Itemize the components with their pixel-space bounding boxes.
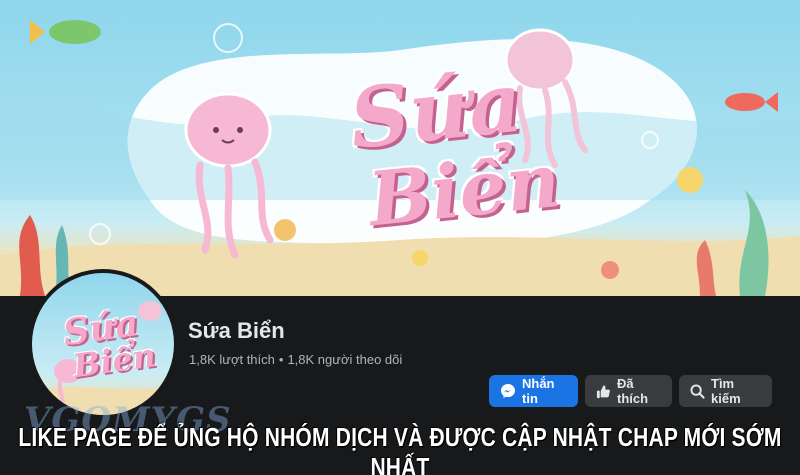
profile-avatar[interactable]: Sứa Biển [28, 269, 178, 419]
promo-caption: LIKE PAGE ĐỂ ỦNG HỘ NHÓM DỊCH VÀ ĐƯỢC CẬ… [18, 423, 782, 475]
page-title: Sứa Biển [188, 318, 285, 343]
messenger-icon [501, 384, 515, 398]
followers-count[interactable]: 1,8K người theo dõi [287, 352, 402, 367]
page-stats: 1,8K lượt thích • 1,8K người theo dõi [189, 352, 402, 367]
search-icon [690, 383, 705, 399]
search-button[interactable]: Tìm kiếm [679, 375, 772, 407]
avatar-title-line2: Biển [70, 335, 159, 386]
thumbs-up-icon [596, 384, 610, 398]
cover-logo-title: Sứa Biển [258, 13, 621, 287]
cover-title-line2: Biển [364, 137, 565, 244]
avatar-logo-title: Sứa Biển [32, 273, 174, 415]
search-button-label: Tìm kiếm [711, 376, 741, 406]
stats-separator: • [278, 352, 284, 367]
message-button[interactable]: Nhắn tin [489, 375, 578, 407]
cover-photo[interactable]: Sứa Biển [0, 0, 800, 296]
liked-button-label: Đã thích [617, 376, 649, 406]
likes-count[interactable]: 1,8K lượt thích [189, 352, 275, 367]
liked-button[interactable]: Đã thích [585, 375, 672, 407]
message-button-label: Nhắn tin [522, 376, 555, 406]
